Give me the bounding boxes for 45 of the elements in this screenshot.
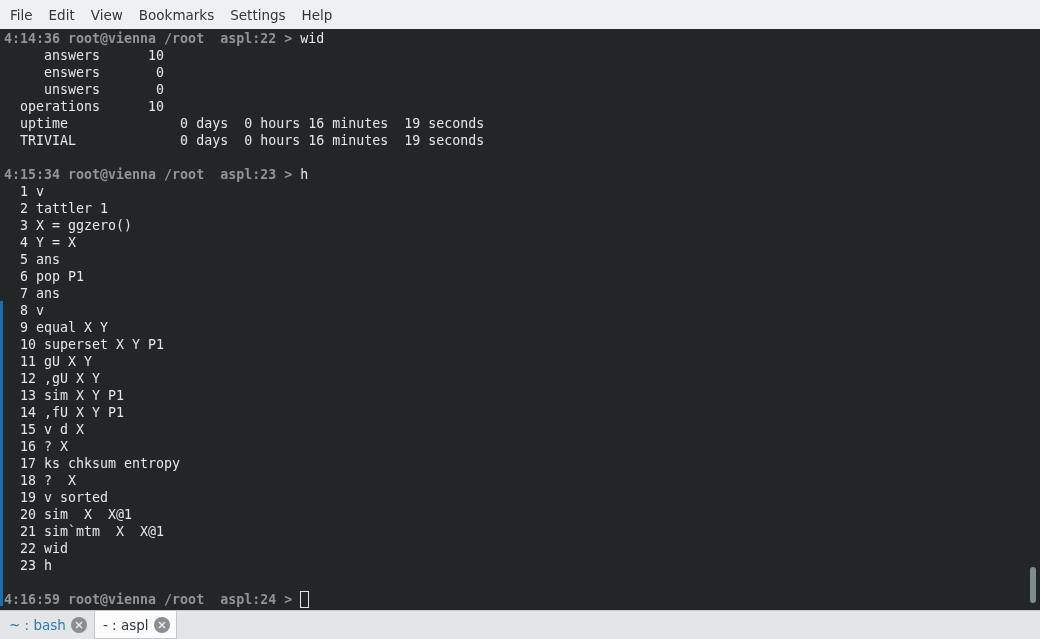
output-line: 16 ? X (19, 438, 69, 455)
output-line: 11 gU X Y (19, 353, 93, 370)
close-icon[interactable] (70, 616, 87, 633)
menu-item[interactable]: Help (293, 6, 341, 23)
prompt-text: 4:16:59 root@vienna /root aspl:24 > (4, 591, 293, 608)
output-line: 20 sim X X@1 (19, 506, 133, 523)
output-line: 3 X = ggzero() (19, 217, 133, 234)
output-line: 9 equal X Y (19, 319, 109, 336)
menu-item[interactable]: Edit (40, 6, 83, 23)
output-line: 22 wid (19, 540, 69, 557)
output-line: 14 ,fU X Y P1 (19, 404, 125, 421)
output-line: 8 v (19, 302, 45, 319)
output-line: 12 ,gU X Y (19, 370, 101, 387)
output-line: 2 tattler 1 (19, 200, 109, 217)
prompt-text: 4:15:34 root@vienna /root aspl:23 > (4, 166, 293, 183)
output-line: 19 v sorted (19, 489, 109, 506)
output-line: 23 h (19, 557, 53, 574)
output-line: unswers 0 (43, 81, 165, 98)
output-line: uptime 0 days 0 hours 16 minutes 19 seconds (19, 115, 485, 132)
command-text: h (299, 166, 309, 183)
close-icon[interactable] (153, 616, 170, 633)
output-line: 6 pop P1 (19, 268, 85, 285)
output-line: 21 sim`mtm X X@1 (19, 523, 165, 540)
output-line: answers 10 (43, 47, 165, 64)
output-line: 13 sim X Y P1 (19, 387, 125, 404)
menu-item[interactable]: File (2, 6, 41, 23)
terminal-tab[interactable]: ~ : bash (0, 611, 94, 639)
menu-item[interactable]: Settings (222, 6, 294, 23)
menu-item[interactable]: View (82, 6, 131, 23)
scrollbar-thumb[interactable] (1030, 567, 1036, 603)
output-line: TRIVIAL 0 days 0 hours 16 minutes 19 seconds (19, 132, 485, 149)
output-line: enswers 0 (43, 64, 165, 81)
command-text: wid (299, 30, 325, 47)
output-line: 17 ks chksum entropy (19, 455, 181, 472)
output-line: 15 v d X (19, 421, 85, 438)
output-line: 4 Y = X (19, 234, 77, 251)
output-line: 1 v (19, 183, 45, 200)
terminal-tab[interactable]: - : aspl (93, 611, 177, 639)
output-line: 7 ans (19, 285, 61, 302)
output-line: 10 superset X Y P1 (19, 336, 165, 353)
output-line: 18 ? X (19, 472, 77, 489)
prompt-text: 4:14:36 root@vienna /root aspl:22 > (4, 30, 293, 47)
output-line: operations 10 (19, 98, 165, 115)
menu-item[interactable]: Bookmarks (130, 6, 223, 23)
output-line: 5 ans (19, 251, 61, 268)
